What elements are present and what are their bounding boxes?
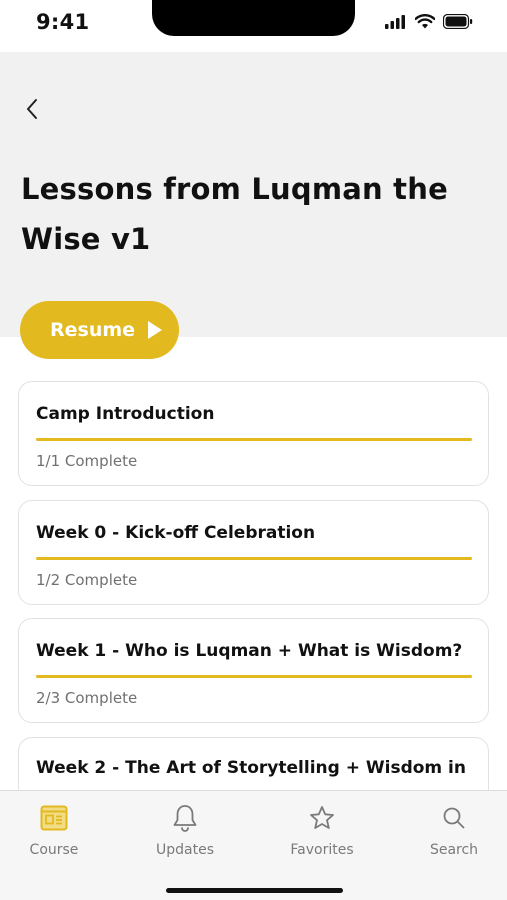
play-icon — [147, 320, 163, 340]
chevron-left-icon — [25, 98, 39, 124]
back-button[interactable] — [18, 97, 46, 125]
page-title: Lessons from Luqman the Wise v1 — [21, 172, 448, 256]
tab-label: Course — [29, 842, 79, 858]
status-time: 9:41 — [36, 10, 90, 34]
resume-button[interactable]: Resume — [20, 301, 179, 359]
device-notch — [152, 0, 355, 36]
course-icon — [39, 803, 69, 833]
lesson-card[interactable]: Week 0 - Kick-off Celebration 1/2 Comple… — [18, 500, 489, 605]
tab-search[interactable]: Search — [399, 803, 507, 858]
tab-label: Search — [429, 842, 479, 858]
tab-label: Favorites — [290, 842, 354, 858]
lesson-progress-bar — [36, 557, 472, 560]
lesson-card[interactable]: Week 1 - Who is Luqman + What is Wisdom?… — [18, 618, 489, 723]
cellular-signal-icon — [385, 14, 407, 33]
lesson-card[interactable]: Camp Introduction 1/1 Complete — [18, 381, 489, 486]
status-bar: 9:41 — [0, 0, 507, 52]
lesson-list: Camp Introduction 1/1 Complete Week 0 - … — [18, 381, 489, 791]
search-icon — [439, 803, 469, 833]
lesson-title: Camp Introduction — [36, 404, 215, 424]
lesson-status: 2/3 Complete — [36, 689, 138, 707]
lesson-status: 1/1 Complete — [36, 452, 138, 470]
lesson-status: 1/2 Complete — [36, 571, 138, 589]
battery-icon — [442, 13, 473, 33]
lesson-title: Week 2 - The Art of Storytelling + Wisdo… — [36, 758, 466, 778]
bell-icon — [170, 803, 200, 833]
resume-label: Resume — [50, 319, 136, 341]
tab-course[interactable]: Course — [0, 803, 109, 858]
star-icon — [307, 803, 337, 833]
lesson-progress-bar — [36, 438, 472, 441]
tab-favorites[interactable]: Favorites — [267, 803, 377, 858]
lesson-title: Week 0 - Kick-off Celebration — [36, 523, 316, 543]
lesson-title: Week 1 - Who is Luqman + What is Wisdom? — [36, 641, 463, 661]
status-icons — [385, 13, 473, 33]
lesson-progress-bar — [36, 675, 472, 678]
home-indicator — [166, 888, 343, 893]
wifi-icon — [414, 14, 436, 33]
tab-label: Updates — [156, 842, 214, 858]
tab-bar: Course Updates Favorites Search — [0, 790, 507, 900]
lesson-card[interactable]: Week 2 - The Art of Storytelling + Wisdo… — [18, 737, 489, 791]
tab-updates[interactable]: Updates — [130, 803, 240, 858]
